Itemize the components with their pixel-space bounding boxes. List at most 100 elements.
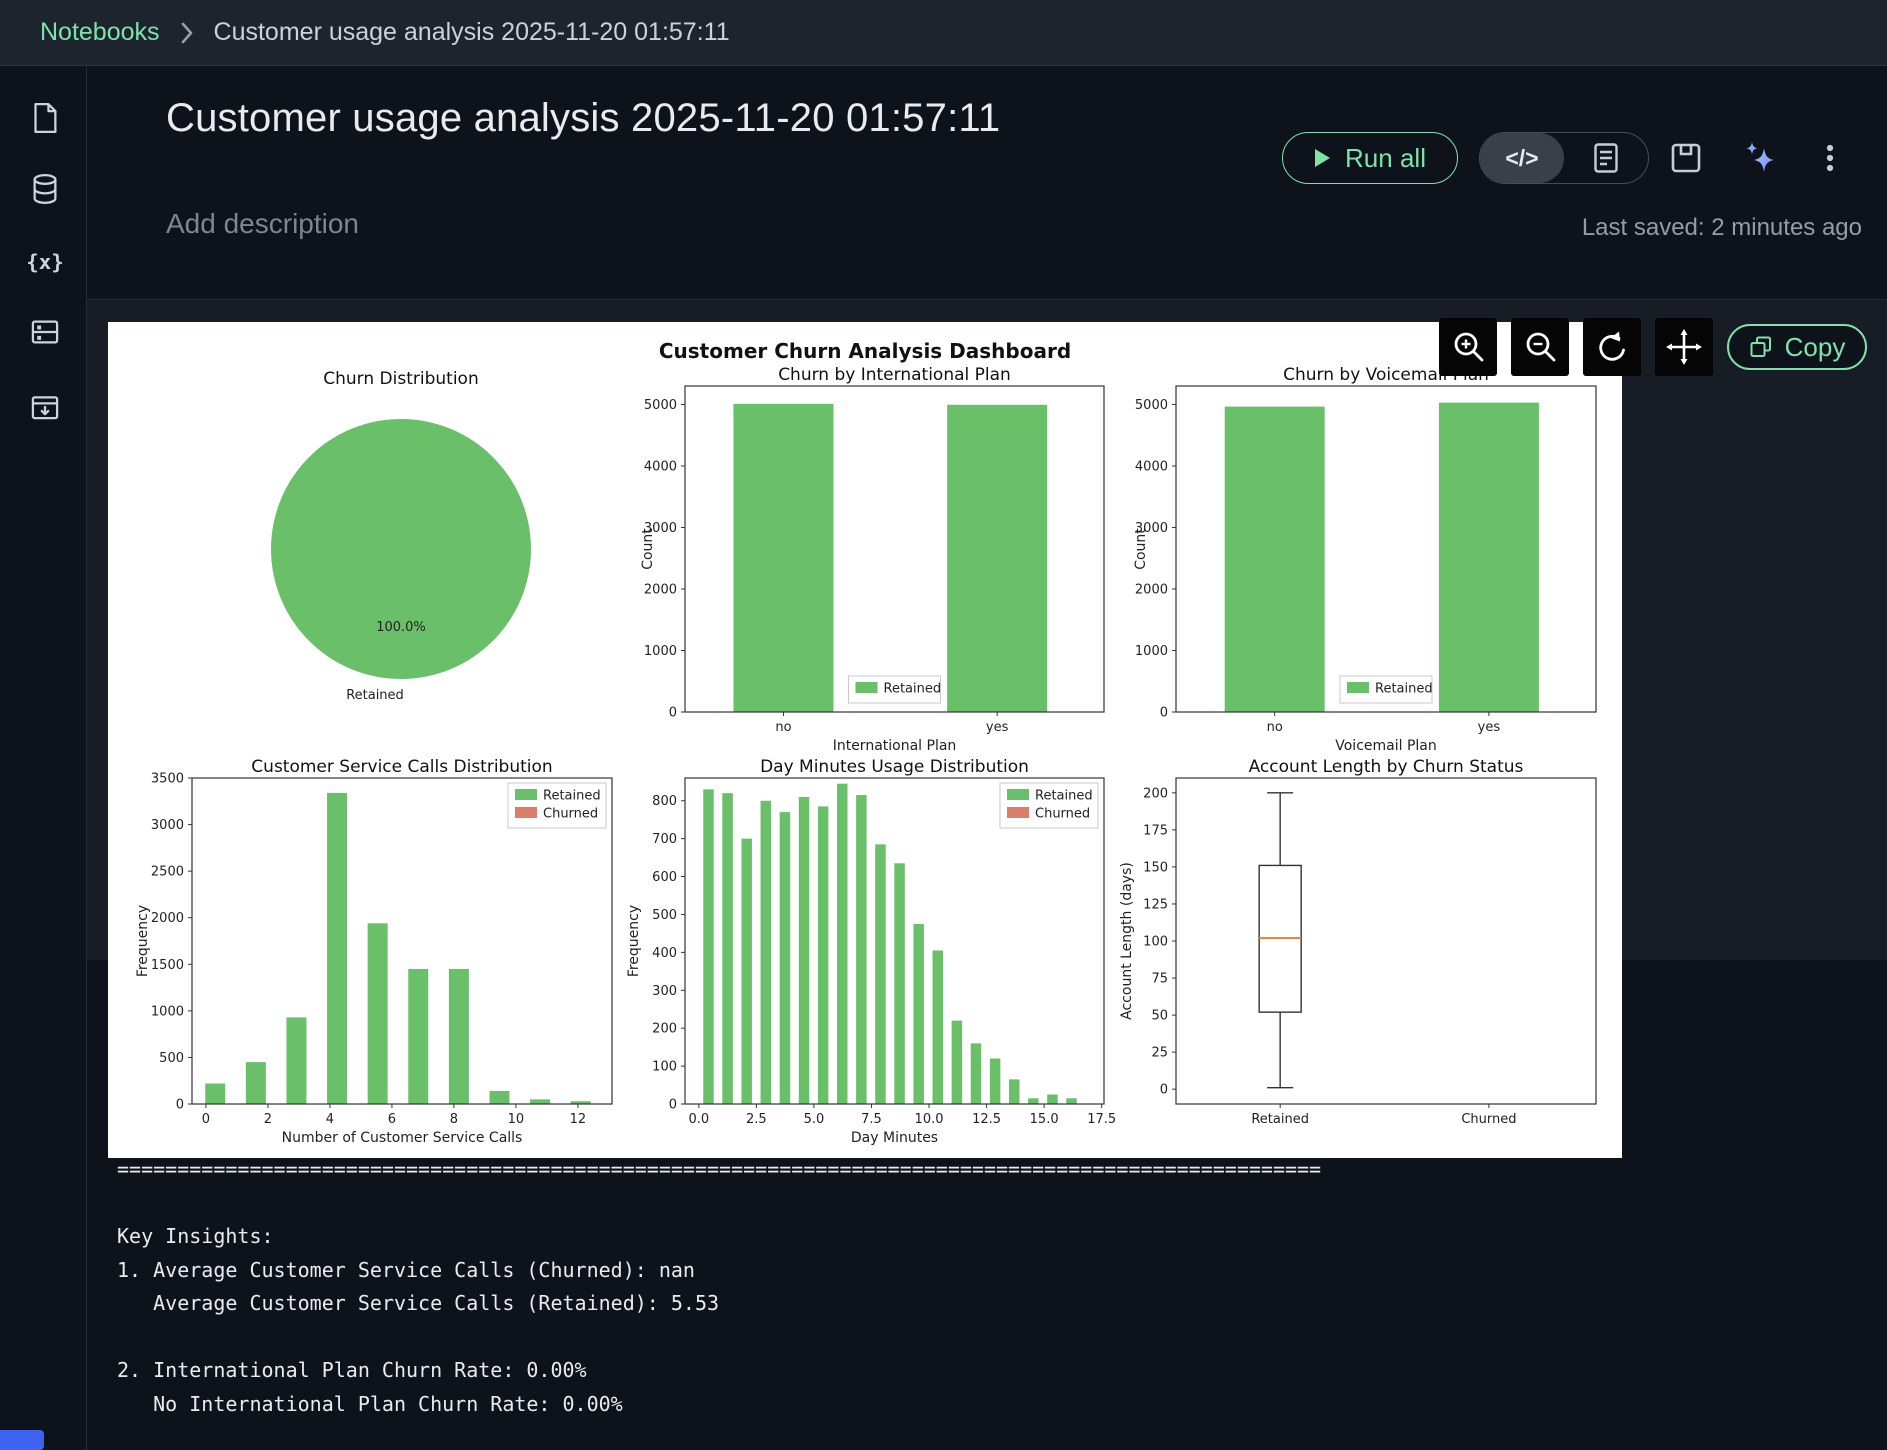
chart-churn_pie: Churn Distribution100.0%Retained xyxy=(271,369,531,703)
last-saved-status: Last saved: 2 minutes ago xyxy=(1582,214,1862,242)
svg-text:600: 600 xyxy=(652,870,677,885)
svg-text:{x}: {x} xyxy=(26,250,63,274)
svg-text:Frequency: Frequency xyxy=(135,905,151,977)
sidebar-item-panels[interactable] xyxy=(26,312,66,352)
svg-text:yes: yes xyxy=(986,720,1009,735)
database-icon xyxy=(26,170,64,208)
assistant-button[interactable] xyxy=(1740,134,1788,182)
svg-text:5000: 5000 xyxy=(644,398,677,413)
view-mode-toggle: </> xyxy=(1479,132,1649,184)
svg-text:500: 500 xyxy=(159,1051,184,1066)
svg-text:12.5: 12.5 xyxy=(972,1112,1001,1127)
svg-text:4000: 4000 xyxy=(644,459,677,474)
copy-label: Copy xyxy=(1785,332,1846,363)
topbar: Notebooks Customer usage analysis 2025-1… xyxy=(0,0,1887,66)
sparkle-icon xyxy=(1740,138,1780,178)
svg-text:Day Minutes: Day Minutes xyxy=(851,1130,938,1146)
save-button[interactable] xyxy=(1668,134,1716,182)
svg-text:1000: 1000 xyxy=(151,1004,184,1019)
svg-text:15.0: 15.0 xyxy=(1030,1112,1059,1127)
svg-text:75: 75 xyxy=(1151,972,1168,987)
svg-text:1000: 1000 xyxy=(1135,644,1168,659)
svg-text:7.5: 7.5 xyxy=(861,1112,882,1127)
sidebar-item-data[interactable] xyxy=(26,169,66,209)
svg-text:5.0: 5.0 xyxy=(804,1112,825,1127)
svg-text:200: 200 xyxy=(652,1022,677,1037)
svg-text:125: 125 xyxy=(1143,897,1168,912)
svg-text:2500: 2500 xyxy=(151,865,184,880)
more-options-button[interactable] xyxy=(1812,134,1860,182)
add-description-button[interactable]: Add description xyxy=(166,208,359,240)
import-box-icon xyxy=(26,387,64,425)
svg-text:Voicemail Plan: Voicemail Plan xyxy=(1335,738,1437,754)
svg-text:6: 6 xyxy=(388,1112,396,1127)
svg-text:no: no xyxy=(1267,720,1283,735)
run-all-button[interactable]: Run all xyxy=(1282,132,1458,184)
svg-text:Churned: Churned xyxy=(1461,1112,1516,1127)
figure-zoom-out-button[interactable] xyxy=(1511,318,1569,376)
svg-text:100: 100 xyxy=(652,1060,677,1075)
svg-text:150: 150 xyxy=(1143,860,1168,875)
svg-text:300: 300 xyxy=(652,984,677,999)
svg-text:800: 800 xyxy=(652,794,677,809)
chart-vm: Churn by Voicemail Plan01000200030004000… xyxy=(1133,365,1596,754)
sidebar-item-import[interactable] xyxy=(26,386,66,426)
svg-text:Customer Service Calls Distrib: Customer Service Calls Distribution xyxy=(251,757,552,777)
zoom-out-icon xyxy=(1518,325,1562,369)
svg-text:Number of Customer Service Cal: Number of Customer Service Calls xyxy=(282,1130,523,1146)
copy-output-button[interactable]: Copy xyxy=(1727,324,1867,370)
breadcrumb-notebooks-link[interactable]: Notebooks xyxy=(40,18,160,47)
svg-text:Customer Churn Analysis Dashbo: Customer Churn Analysis Dashboard xyxy=(659,339,1071,363)
save-icon xyxy=(1668,140,1704,176)
svg-text:3500: 3500 xyxy=(151,772,184,787)
sidebar-bottom-accent xyxy=(0,1430,44,1450)
svg-text:yes: yes xyxy=(1478,720,1501,735)
breadcrumb-current: Customer usage analysis 2025-11-20 01:57… xyxy=(214,18,730,47)
pan-move-icon xyxy=(1662,325,1706,369)
chart-box: Account Length by Churn Status0255075100… xyxy=(1119,757,1596,1127)
sidebar-item-variables[interactable]: {x} xyxy=(26,242,66,282)
svg-text:0: 0 xyxy=(669,1098,677,1113)
svg-text:0.0: 0.0 xyxy=(688,1112,709,1127)
code-view-toggle[interactable]: </> xyxy=(1480,133,1564,183)
svg-text:8: 8 xyxy=(450,1112,458,1127)
svg-text:1000: 1000 xyxy=(644,644,677,659)
notebook-title[interactable]: Customer usage analysis 2025-11-20 01:57… xyxy=(166,96,1000,141)
code-icon: </> xyxy=(1505,145,1538,172)
svg-text:4: 4 xyxy=(326,1112,334,1127)
svg-text:25: 25 xyxy=(1151,1046,1168,1061)
svg-text:Count: Count xyxy=(1133,528,1149,570)
svg-text:Churn by International Plan: Churn by International Plan xyxy=(778,365,1011,385)
svg-text:Retained: Retained xyxy=(1375,682,1433,697)
svg-text:2000: 2000 xyxy=(1135,582,1168,597)
svg-text:International Plan: International Plan xyxy=(833,738,957,754)
svg-text:100.0%: 100.0% xyxy=(376,620,426,635)
chart-day: Day Minutes Usage Distribution0100200300… xyxy=(626,757,1116,1146)
svg-text:200: 200 xyxy=(1143,786,1168,801)
figure-reset-view-button[interactable] xyxy=(1583,318,1641,376)
layout-panels-icon xyxy=(26,313,64,351)
chart-csc: Customer Service Calls Distribution05001… xyxy=(135,757,612,1146)
variables-icon: {x} xyxy=(26,243,64,281)
figure-pan-button[interactable] xyxy=(1655,318,1713,376)
svg-text:Count: Count xyxy=(640,528,656,570)
sidebar-item-notebook[interactable] xyxy=(26,98,66,138)
reset-view-icon xyxy=(1590,325,1634,369)
document-view-toggle[interactable] xyxy=(1564,133,1648,183)
figure-zoom-in-button[interactable] xyxy=(1439,318,1497,376)
document-icon xyxy=(1594,143,1618,173)
svg-text:3000: 3000 xyxy=(151,818,184,833)
breadcrumb-chevron-icon xyxy=(180,21,194,45)
svg-text:Retained: Retained xyxy=(1035,789,1093,804)
svg-text:Account Length (days): Account Length (days) xyxy=(1119,862,1135,1020)
svg-text:0: 0 xyxy=(1160,706,1168,721)
svg-text:17.5: 17.5 xyxy=(1087,1112,1116,1127)
cell-output-text: ========================================… xyxy=(117,1153,1321,1421)
svg-text:400: 400 xyxy=(652,946,677,961)
svg-text:1500: 1500 xyxy=(151,958,184,973)
svg-text:10.0: 10.0 xyxy=(915,1112,944,1127)
svg-text:Account Length by Churn Status: Account Length by Churn Status xyxy=(1249,757,1524,777)
svg-text:Churned: Churned xyxy=(1035,807,1090,822)
svg-text:175: 175 xyxy=(1143,823,1168,838)
svg-text:4000: 4000 xyxy=(1135,459,1168,474)
